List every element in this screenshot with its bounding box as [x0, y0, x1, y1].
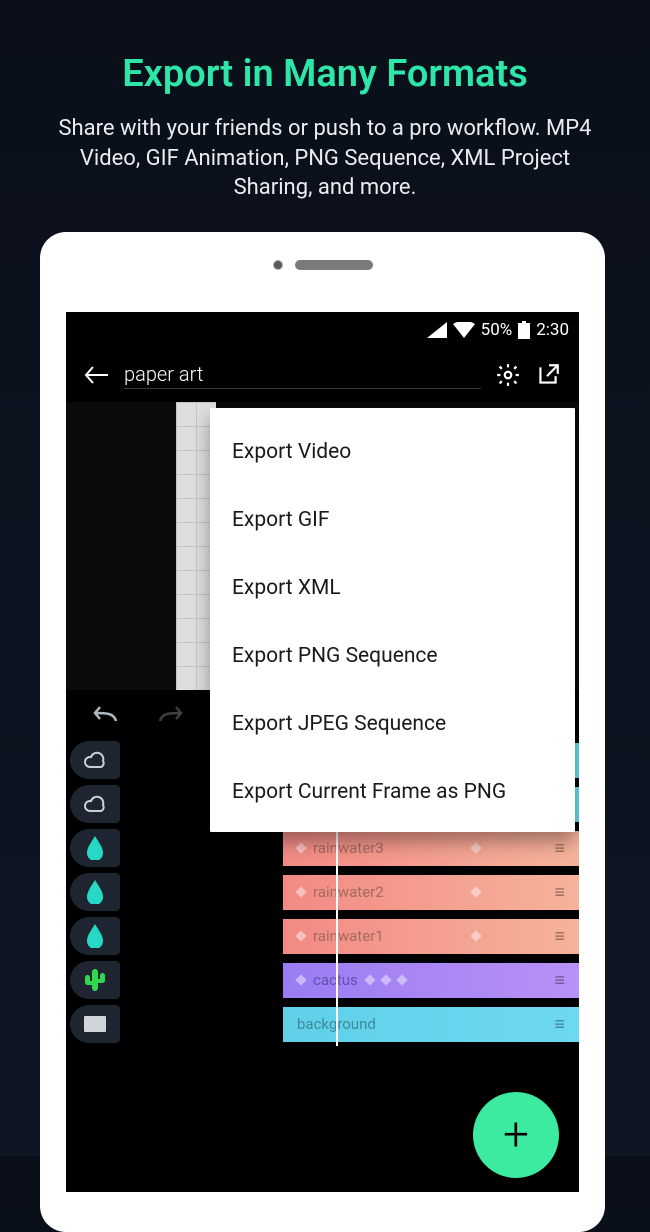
export-menu-item[interactable]: Export Video — [210, 418, 575, 486]
cellular-icon — [427, 322, 447, 338]
marketing-title: Export in Many Formats — [0, 0, 650, 96]
layer-clip[interactable]: background — [283, 1007, 579, 1042]
keyframe-icon[interactable] — [470, 842, 481, 853]
keyframe-icon[interactable] — [380, 974, 391, 985]
status-clock: 2:30 — [536, 320, 569, 340]
add-fab[interactable]: + — [473, 1092, 559, 1178]
layer-clip[interactable]: rainwater1 — [283, 919, 579, 954]
keyframe-icon[interactable] — [396, 974, 407, 985]
tablet-frame: 50% 2:30 paper art cloud2cloud1rainwater… — [40, 232, 605, 1232]
keyframe-icon[interactable] — [295, 974, 306, 985]
layer-row[interactable]: rainwater2 — [66, 870, 579, 914]
redo-icon[interactable] — [156, 704, 184, 724]
tablet-bezel — [40, 232, 605, 298]
layer-row[interactable]: rainwater3 — [66, 826, 579, 870]
project-title[interactable]: paper art — [124, 362, 481, 389]
layer-clip[interactable]: cactus — [283, 963, 579, 998]
keyframe-icon[interactable] — [295, 886, 306, 897]
export-menu-item[interactable]: Export XML — [210, 554, 575, 622]
share-icon[interactable] — [535, 362, 561, 388]
rect-icon[interactable] — [70, 1005, 120, 1043]
gear-icon[interactable] — [495, 362, 521, 388]
cloud-icon[interactable] — [70, 741, 120, 779]
speaker-slot — [295, 260, 373, 270]
battery-icon — [518, 321, 530, 339]
app-header: paper art — [66, 348, 579, 402]
layer-label: rainwater2 — [313, 883, 384, 901]
keyframe-icon[interactable] — [364, 974, 375, 985]
android-status-bar: 50% 2:30 — [66, 312, 579, 348]
keyframe-icon[interactable] — [470, 930, 481, 941]
layer-row[interactable]: rainwater1 — [66, 914, 579, 958]
back-arrow-icon[interactable] — [84, 365, 110, 385]
drop-icon[interactable] — [70, 917, 120, 955]
keyframe-icon[interactable] — [295, 842, 306, 853]
drop-icon[interactable] — [70, 873, 120, 911]
drop-icon[interactable] — [70, 829, 120, 867]
export-menu-item[interactable]: Export PNG Sequence — [210, 622, 575, 690]
layer-clip[interactable]: rainwater2 — [283, 875, 579, 910]
keyframe-icon[interactable] — [470, 886, 481, 897]
camera-dot — [273, 260, 283, 270]
layer-row[interactable]: cactus — [66, 958, 579, 1002]
layer-row[interactable]: background — [66, 1002, 579, 1046]
cloud-icon[interactable] — [70, 785, 120, 823]
layer-label: rainwater3 — [313, 839, 384, 857]
marketing-subtitle: Share with your friends or push to a pro… — [0, 96, 650, 203]
wifi-icon — [453, 322, 475, 338]
export-menu: Export VideoExport GIFExport XMLExport P… — [210, 408, 575, 832]
export-menu-item[interactable]: Export GIF — [210, 486, 575, 554]
keyframe-icon[interactable] — [295, 930, 306, 941]
app-screen: 50% 2:30 paper art cloud2cloud1rainwater… — [66, 312, 579, 1192]
undo-icon[interactable] — [92, 704, 120, 724]
cactus-icon[interactable] — [70, 961, 120, 999]
export-menu-item[interactable]: Export JPEG Sequence — [210, 690, 575, 758]
battery-percent: 50% — [481, 320, 513, 340]
layer-label: rainwater1 — [313, 927, 384, 945]
layer-clip[interactable]: rainwater3 — [283, 831, 579, 866]
export-menu-item[interactable]: Export Current Frame as PNG — [210, 758, 575, 826]
